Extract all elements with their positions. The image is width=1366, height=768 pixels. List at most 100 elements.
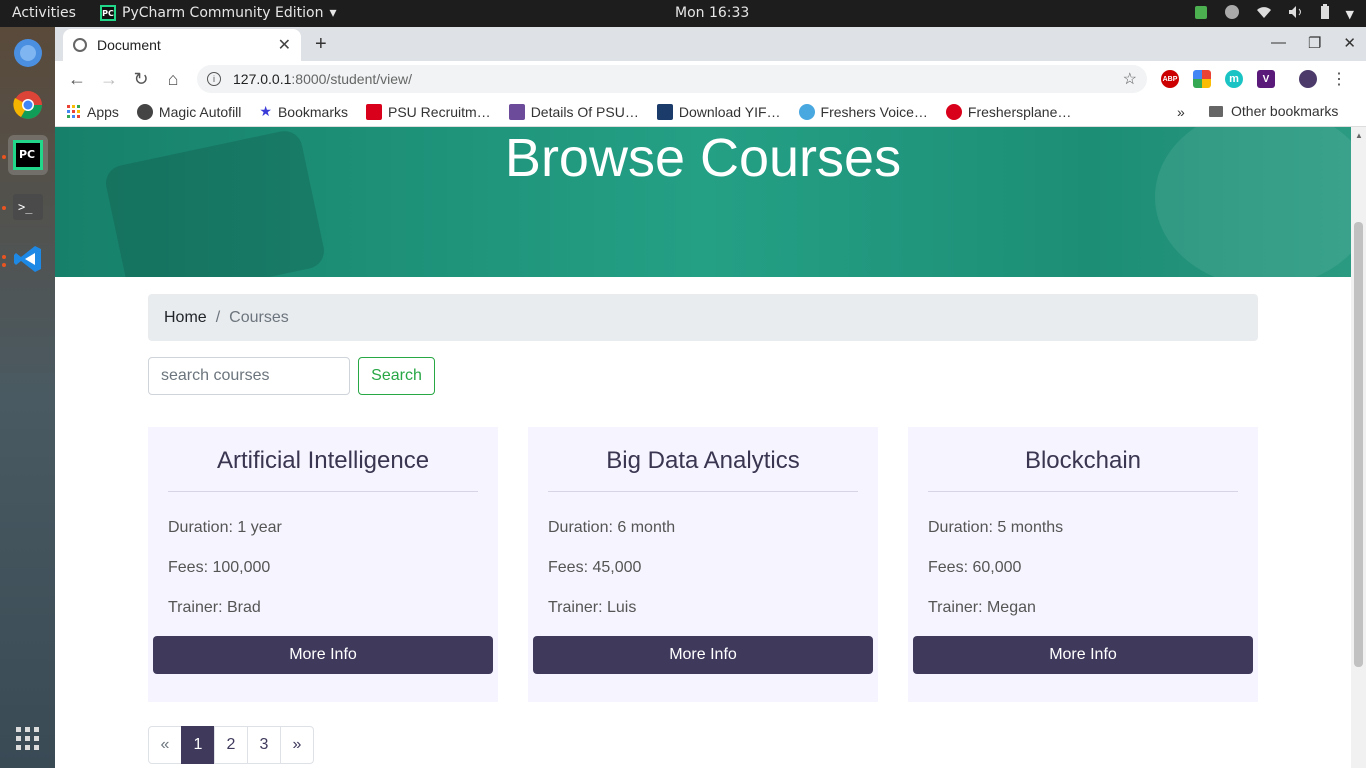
course-trainer: Trainer: Megan: [928, 599, 1036, 616]
svg-text:PC: PC: [19, 148, 35, 161]
course-trainer: Trainer: Luis: [548, 599, 637, 616]
tab-title: Document: [97, 37, 161, 53]
search-input[interactable]: [148, 357, 350, 395]
tab-document[interactable]: Document ✕: [63, 29, 301, 61]
more-info-button[interactable]: More Info: [533, 636, 873, 674]
bookmark-psu-recruitment[interactable]: PSU Recruitm…: [366, 103, 491, 120]
scroll-up-icon[interactable]: ▲: [1355, 131, 1363, 140]
window-controls: — ❐ ✕: [1271, 34, 1356, 52]
hero-banner: Browse Courses: [55, 127, 1351, 277]
user-status-icon[interactable]: [1224, 4, 1240, 24]
more-info-button[interactable]: More Info: [913, 636, 1253, 674]
app-menu[interactable]: PC PyCharm Community Edition ▾: [100, 5, 337, 21]
profile-avatar[interactable]: [1299, 70, 1317, 88]
globe-icon: [73, 38, 87, 52]
course-title: Big Data Analytics: [606, 447, 800, 474]
battery-icon[interactable]: [1320, 4, 1330, 24]
volume-icon[interactable]: [1288, 5, 1304, 23]
adblock-plus-icon[interactable]: ABP: [1161, 70, 1179, 88]
pagination-page-1[interactable]: 1: [181, 726, 215, 764]
page-scrollbar[interactable]: ▲: [1351, 127, 1366, 768]
pagination-page-3[interactable]: 3: [247, 726, 281, 764]
extension-v-icon[interactable]: V: [1257, 70, 1275, 88]
search-button[interactable]: Search: [358, 357, 435, 395]
divider: [548, 491, 858, 492]
pagination-prev[interactable]: «: [148, 726, 182, 764]
reload-icon[interactable]: ↻: [125, 69, 157, 90]
course-fees: Fees: 45,000: [548, 559, 642, 576]
clock[interactable]: Mon 16:33: [675, 5, 749, 21]
system-menu-chevron-icon[interactable]: ▼: [1346, 8, 1354, 21]
system-tray[interactable]: ▼: [1194, 4, 1354, 24]
bookmark-freshers-voice[interactable]: Freshers Voice…: [798, 103, 928, 120]
more-info-button[interactable]: More Info: [153, 636, 493, 674]
dock-terminal[interactable]: >_: [8, 187, 48, 227]
bookmark-label: Download YIF…: [678, 103, 781, 120]
address-bar[interactable]: i 127.0.0.1:8000/student/view/ ☆: [197, 65, 1147, 93]
bookmarks-overflow-button[interactable]: »: [1177, 104, 1185, 120]
breadcrumb-separator: /: [215, 308, 221, 326]
app-grid-icon: [16, 727, 39, 750]
bookmark-label: Freshers Voice…: [820, 103, 928, 120]
running-indicator: [2, 263, 6, 267]
close-window-icon[interactable]: ✕: [1343, 34, 1356, 52]
bookmark-freshersplane[interactable]: Freshersplane…: [945, 103, 1071, 120]
dock-chrome[interactable]: [8, 85, 48, 125]
bookmark-star-icon[interactable]: ☆: [1123, 69, 1137, 89]
bookmark-download-yify[interactable]: Download YIF…: [656, 103, 781, 120]
bookmark-bookmarks[interactable]: ★ Bookmarks: [259, 103, 348, 120]
url-path: :8000/student/view/: [291, 71, 413, 87]
scrollbar-thumb[interactable]: [1354, 222, 1363, 667]
film-icon: [656, 103, 673, 120]
divider: [928, 491, 1238, 492]
bookmarks-bar: Apps Magic Autofill ★ Bookmarks PSU Recr…: [55, 97, 1366, 127]
page-title: Browse Courses: [504, 128, 902, 188]
favicon-icon: [945, 103, 962, 120]
breadcrumb-home-link[interactable]: Home: [164, 309, 207, 327]
chevron-down-icon: ▾: [329, 5, 337, 21]
browser-menu-icon[interactable]: ⋮: [1331, 69, 1347, 89]
pagination-next[interactable]: »: [280, 726, 314, 764]
course-title: Blockchain: [1024, 447, 1142, 474]
dock-pycharm[interactable]: PC: [8, 135, 48, 175]
browser-toolbar: ← → ↻ ⌂ i 127.0.0.1:8000/student/view/ ☆…: [55, 61, 1366, 97]
new-tab-button[interactable]: +: [315, 33, 327, 56]
svg-text:>_: >_: [18, 200, 33, 214]
home-icon[interactable]: ⌂: [157, 69, 189, 90]
back-icon[interactable]: ←: [61, 69, 93, 90]
bookmark-apps[interactable]: Apps: [67, 104, 119, 120]
course-card: Big Data Analytics Duration: 6 month Fee…: [528, 427, 878, 702]
dock-vscode[interactable]: [8, 239, 48, 279]
wifi-icon[interactable]: [1256, 5, 1272, 23]
pagination: « 1 2 3 »: [148, 726, 314, 764]
minimize-icon[interactable]: —: [1271, 34, 1286, 52]
forward-icon[interactable]: →: [93, 69, 125, 90]
restore-icon[interactable]: ❐: [1308, 34, 1321, 52]
tab-strip: Document ✕ + — ❐ ✕: [55, 27, 1366, 61]
dock: PC >_: [0, 27, 55, 768]
bookmark-label: Bookmarks: [277, 103, 348, 120]
other-bookmarks[interactable]: Other bookmarks: [1209, 103, 1338, 119]
extension-colorful-icon[interactable]: [1193, 70, 1211, 88]
dock-chromium[interactable]: [8, 33, 48, 73]
bookmark-magic-autofill[interactable]: Magic Autofill: [136, 103, 241, 120]
activities-button[interactable]: Activities: [12, 5, 76, 21]
chrome-icon: [13, 91, 42, 119]
bookmark-details-of-psu[interactable]: Details Of PSU…: [508, 103, 639, 120]
notification-icon[interactable]: [1194, 4, 1208, 24]
breadcrumb: Home / Courses: [148, 294, 1258, 341]
terminal-icon: >_: [13, 194, 43, 220]
running-indicator: [2, 155, 6, 159]
favicon-icon: [798, 103, 815, 120]
extension-m-icon[interactable]: m: [1225, 70, 1243, 88]
page-content: Browse Courses Home / Courses Search Art…: [55, 127, 1351, 768]
site-info-icon[interactable]: i: [207, 72, 221, 86]
show-applications-button[interactable]: [8, 719, 48, 759]
pagination-page-2[interactable]: 2: [214, 726, 248, 764]
course-trainer: Trainer: Brad: [168, 599, 261, 616]
running-indicator: [2, 255, 6, 259]
breadcrumb-current: Courses: [229, 308, 289, 326]
close-tab-icon[interactable]: ✕: [278, 35, 291, 55]
course-title: Artificial Intelligence: [216, 447, 430, 474]
star-icon: ★: [259, 103, 272, 119]
